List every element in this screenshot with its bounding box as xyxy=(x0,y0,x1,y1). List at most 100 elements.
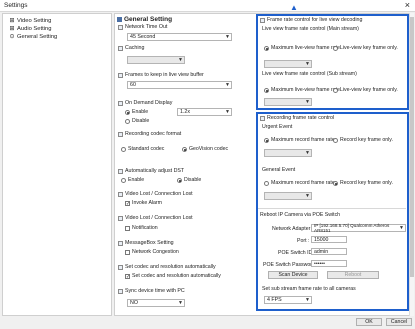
reboot-poe-title: Reboot IP Camera via POE Switch xyxy=(260,212,341,218)
codec-resolution-checkbox[interactable]: ✓ Set codec and resolution automatically xyxy=(125,273,221,279)
network-adapter-label: Network Adapter : xyxy=(272,226,314,232)
general-key-radio[interactable]: Record key frame only. xyxy=(333,180,393,186)
radio-empty-icon xyxy=(264,180,269,186)
recording-codec-header: Recording codec format xyxy=(118,131,181,137)
caching-select[interactable]: ▼ xyxy=(127,56,185,64)
live-sub-max-radio[interactable]: Maximum live-view frame rate. xyxy=(264,87,341,93)
expand-icon[interactable]: ⊞ xyxy=(9,18,15,24)
substream-fps-select[interactable]: 4 FPS ▼ xyxy=(264,296,312,304)
general-fps-select[interactable]: ▼ xyxy=(264,192,312,200)
tree-item-audio-setting[interactable]: ⊞ Audio Setting xyxy=(9,25,51,32)
expand-icon[interactable]: ⊞ xyxy=(9,26,15,32)
video-lost-notification-header: Video Lost / Connection Lost xyxy=(118,215,193,221)
poe-switch-id-input[interactable]: admin xyxy=(311,248,347,255)
radio-label: Standard codec xyxy=(128,146,165,152)
section-icon xyxy=(118,288,123,294)
network-timeout-select[interactable]: 45 Second ▼ xyxy=(127,33,232,41)
port-label: Port : xyxy=(297,238,310,244)
dst-header: Automatically adjust DST xyxy=(118,168,184,174)
sync-time-select[interactable]: NO ▼ xyxy=(127,299,185,307)
panel-header: General Setting xyxy=(117,15,172,23)
chevron-down-icon: ▼ xyxy=(399,225,404,231)
on-demand-disable-radio[interactable]: Disable xyxy=(125,118,149,124)
settings-icon xyxy=(117,16,122,22)
urgent-key-radio[interactable]: Record key frame only. xyxy=(333,137,393,143)
section-label: Frame rate control for live view decodin… xyxy=(267,17,363,23)
chevron-down-icon: ▼ xyxy=(305,150,310,156)
dst-enable-radio[interactable]: Enable xyxy=(121,177,144,183)
on-demand-speed-select[interactable]: 1.2x ▼ xyxy=(177,108,232,116)
poe-switch-id-label: POE Switch ID : xyxy=(278,250,316,256)
radio-label: GeoVision codec xyxy=(189,146,229,152)
poe-switch-password-input[interactable]: •••••• xyxy=(311,260,347,267)
gear-icon: ⊙ xyxy=(9,33,15,40)
general-max-radio[interactable]: Maximum record frame rate. xyxy=(264,180,336,186)
chevron-down-icon: ▼ xyxy=(305,193,310,199)
checkbox-empty-icon xyxy=(125,249,130,255)
close-icon[interactable]: × xyxy=(405,0,410,10)
chevron-down-icon: ▼ xyxy=(225,34,230,40)
chevron-down-icon: ▼ xyxy=(178,57,183,63)
live-main-fps-select[interactable]: ▼ xyxy=(264,60,312,68)
scrollbar-thumb[interactable] xyxy=(410,17,414,277)
arrow-up-icon: ▲ xyxy=(290,3,298,12)
radio-empty-icon xyxy=(333,87,338,93)
network-congestion-checkbox[interactable]: Network Congestion xyxy=(125,249,179,255)
radio-label: Live-view key frame only. xyxy=(340,45,398,51)
section-label: Recording codec format xyxy=(125,131,182,137)
notification-checkbox[interactable]: Notification xyxy=(125,225,158,231)
urgent-event-label: Urgent Event xyxy=(262,124,293,130)
radio-selected-icon xyxy=(264,87,269,93)
scan-device-button[interactable]: Scan Device xyxy=(268,271,318,279)
network-timeout-header: Network Time Out xyxy=(118,24,167,30)
urgent-max-radio[interactable]: Maximum record frame rate. xyxy=(264,137,336,143)
section-icon xyxy=(118,72,123,78)
invoke-alarm-checkbox[interactable]: ✓ Invoke Alarm xyxy=(125,200,162,206)
tree-item-general-setting[interactable]: ⊙ General Setting xyxy=(9,33,57,40)
section-label: MessageBox Setting xyxy=(125,240,174,246)
section-label: Network Time Out xyxy=(125,24,168,30)
section-label: Caching xyxy=(125,45,145,51)
network-adapter-select[interactable]: IP [192.168.5.70] Qualcomm Atheros AR815… xyxy=(311,223,406,233)
live-main-max-radio[interactable]: Maximum live-view frame rate. xyxy=(264,45,341,51)
tree-item-label: General Setting xyxy=(17,33,58,40)
port-input[interactable]: 15000 xyxy=(311,236,347,243)
on-demand-enable-radio[interactable]: Enable xyxy=(125,109,148,115)
window-titlebar: Settings × xyxy=(0,0,415,12)
urgent-fps-select[interactable]: ▼ xyxy=(264,149,312,157)
live-main-key-radio[interactable]: Live-view key frame only. xyxy=(333,45,398,51)
section-label: Video Lost / Connection Lost xyxy=(125,215,193,221)
checkbox-label: Set codec and resolution automatically xyxy=(132,273,221,279)
reboot-button[interactable]: Reboot xyxy=(327,271,379,279)
ok-button[interactable]: OK xyxy=(356,318,382,326)
divider xyxy=(258,208,406,209)
radio-label: Disable xyxy=(184,177,202,183)
radio-label: Maximum live-view frame rate. xyxy=(271,45,342,51)
tree-item-video-setting[interactable]: ⊞ Video Setting xyxy=(9,17,51,24)
section-label: Set codec and resolution automatically xyxy=(125,264,216,270)
standard-codec-radio[interactable]: Standard codec xyxy=(121,146,164,152)
general-event-label: General Event xyxy=(262,167,296,173)
live-main-stream-label: Live view frame rate control (Main strea… xyxy=(262,26,359,32)
frames-buffer-select[interactable]: 60 ▼ xyxy=(127,81,232,89)
dialog-footer xyxy=(0,317,415,329)
live-sub-key-radio[interactable]: Live-view key frame only. xyxy=(333,87,398,93)
dst-disable-radio[interactable]: Disable xyxy=(177,177,201,183)
section-icon xyxy=(118,131,123,137)
checkbox-checked-icon: ✓ xyxy=(125,200,131,207)
radio-label: Record key frame only. xyxy=(340,180,393,186)
caching-header: Caching xyxy=(118,45,144,51)
sync-time-header: Sync device time with PC xyxy=(118,288,185,294)
section-icon xyxy=(118,240,123,246)
tree-item-label: Audio Setting xyxy=(17,25,52,32)
checkbox-label: Notification xyxy=(132,225,158,231)
section-icon xyxy=(118,264,123,270)
cancel-button[interactable]: Cancel xyxy=(386,318,412,326)
live-sub-fps-select[interactable]: ▼ xyxy=(264,98,312,106)
section-icon xyxy=(118,191,123,197)
vertical-scrollbar[interactable] xyxy=(409,13,414,316)
radio-selected-icon xyxy=(182,146,187,152)
radio-empty-icon xyxy=(333,45,338,51)
radio-label: Disable xyxy=(132,118,150,124)
geovision-codec-radio[interactable]: GeoVision codec xyxy=(182,146,228,152)
